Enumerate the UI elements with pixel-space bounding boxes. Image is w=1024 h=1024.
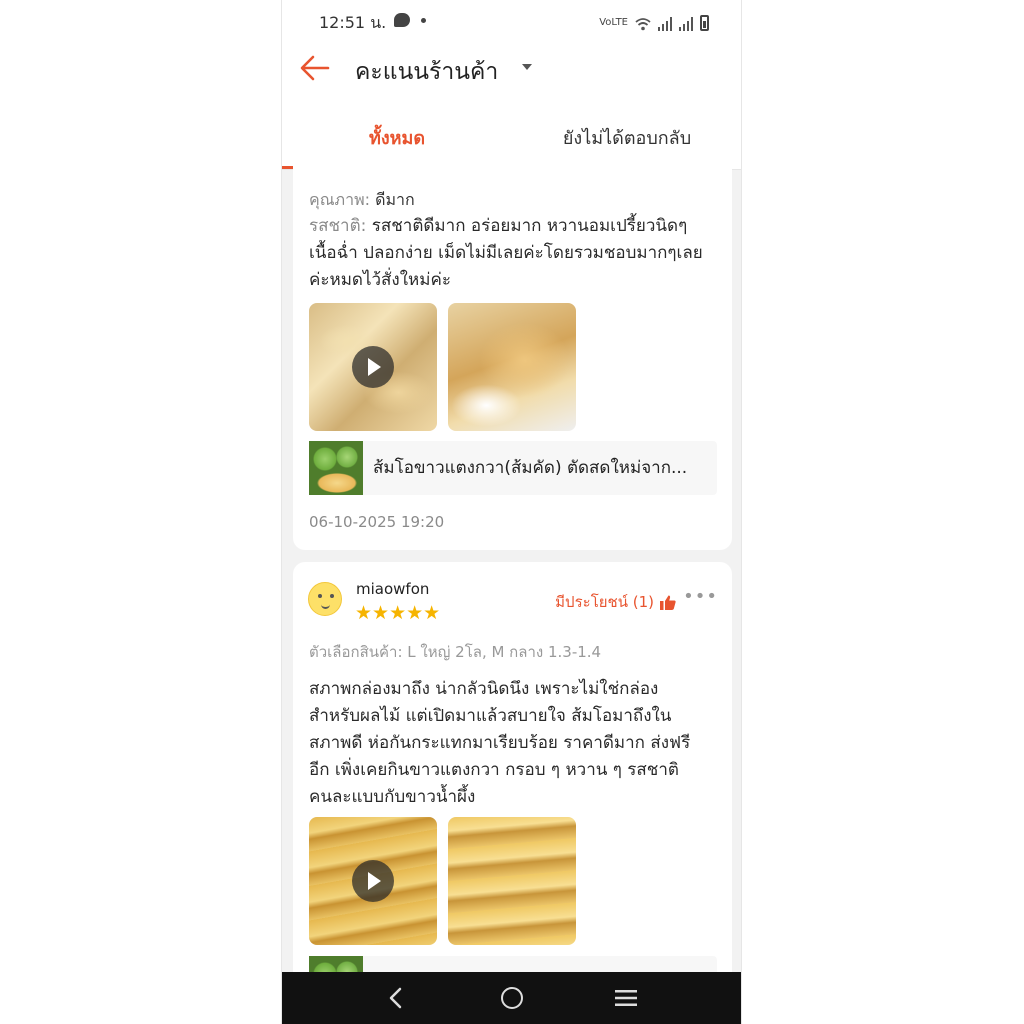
system-nav-bar	[282, 972, 741, 1024]
review-photo-thumbnail[interactable]	[448, 817, 576, 945]
product-thumbnail	[309, 441, 363, 495]
phone-screen: 12:51 น. VoLTE คะแนนร้านค้า ทั้งหมด ยังไ…	[281, 0, 742, 1024]
taste-line-2: เนื้อฉ่ำ ปลอกง่าย เม็ดไม่มีเลยค่ะโดยรวมช…	[309, 243, 703, 263]
back-arrow-icon[interactable]	[298, 53, 332, 83]
review-card: miaowfon ★★★★★ มีประโยชน์ (1) ••• ตัวเลื…	[293, 562, 732, 1010]
helpful-button[interactable]: มีประโยชน์ (1)	[555, 590, 676, 614]
quality-label: คุณภาพ:	[309, 190, 371, 209]
notification-dot-icon	[421, 18, 426, 23]
taste-line-3: ค่ะหมดไว้สั่งใหม่ค่ะ	[309, 270, 451, 290]
app-header: คะแนนร้านค้า	[282, 42, 741, 100]
volte-icon: VoLTE	[599, 17, 628, 28]
avatar[interactable]	[308, 582, 342, 616]
chat-notification-icon	[394, 13, 410, 27]
status-icons: VoLTE	[599, 11, 709, 31]
nav-home-icon[interactable]	[501, 987, 523, 1009]
review-video-thumbnail[interactable]	[309, 817, 437, 945]
play-icon[interactable]	[352, 860, 394, 902]
product-variant: ตัวเลือกสินค้า: L ใหญ่ 2โล, M กลาง 1.3-1…	[309, 643, 602, 661]
quality-line: คุณภาพ: ดีมาก	[309, 188, 415, 213]
review-card: คุณภาพ: ดีมาก รสชาติ: รสชาติดีมาก อร่อยม…	[293, 160, 732, 550]
review-text: สภาพกล่องมาถึง น่ากลัวนิดนึง เพราะไม่ใช่…	[309, 676, 724, 811]
product-name: ส้มโอขาวแตงกวา(ส้มคัด) ตัดสดใหม่จาก...	[373, 458, 688, 478]
review-line: สำหรับผลไม้ แต่เปิดมาแล้วสบายใจ ส้มโอมาถ…	[309, 706, 672, 726]
review-date: 06-10-2025 19:20	[309, 513, 445, 531]
review-line: อีก เพิ่งเคยกินขาวแตงกวา กรอบ ๆ หวาน ๆ ร…	[309, 760, 679, 780]
signal-2-icon	[679, 17, 693, 31]
play-icon[interactable]	[352, 346, 394, 388]
taste-text: รสชาติ: รสชาติดีมาก อร่อยมาก หวานอมเปรี้…	[309, 213, 724, 294]
review-line: สภาพดี ห่อกันกระแทกมาเรียบร้อย ราคาดีมาก…	[309, 733, 691, 753]
product-link[interactable]: ส้มโอขาวแตงกวา(ส้มคัด) ตัดสดใหม่จาก...	[309, 441, 717, 495]
nav-recent-apps-icon[interactable]	[615, 990, 637, 1006]
helpful-label: มีประโยชน์ (1)	[555, 593, 654, 611]
wifi-icon	[635, 18, 651, 31]
nav-back-icon[interactable]	[386, 987, 406, 1009]
signal-1-icon	[658, 17, 672, 31]
taste-line-1: รสชาติดีมาก อร่อยมาก หวานอมเปรี้ยวนิดๆ	[371, 216, 688, 236]
status-bar: 12:51 น. VoLTE	[282, 0, 741, 42]
review-photo-thumbnail[interactable]	[448, 303, 576, 431]
status-time: 12:51 น.	[319, 13, 387, 32]
review-line: สภาพกล่องมาถึง น่ากลัวนิดนึง เพราะไม่ใช่…	[309, 679, 659, 699]
battery-icon	[700, 15, 709, 31]
quality-value: ดีมาก	[375, 190, 415, 209]
review-video-thumbnail[interactable]	[309, 303, 437, 431]
reviewer-username: miaowfon	[356, 580, 430, 598]
review-line: คนละแบบกับขาวน้ำผึ้ง	[309, 787, 476, 807]
taste-label: รสชาติ:	[309, 216, 367, 236]
more-options-icon[interactable]: •••	[683, 586, 718, 607]
dropdown-caret-icon[interactable]	[522, 64, 532, 70]
star-rating: ★★★★★	[355, 602, 441, 624]
thumbs-up-icon	[660, 595, 676, 610]
page-title[interactable]: คะแนนร้านค้า	[355, 54, 498, 90]
